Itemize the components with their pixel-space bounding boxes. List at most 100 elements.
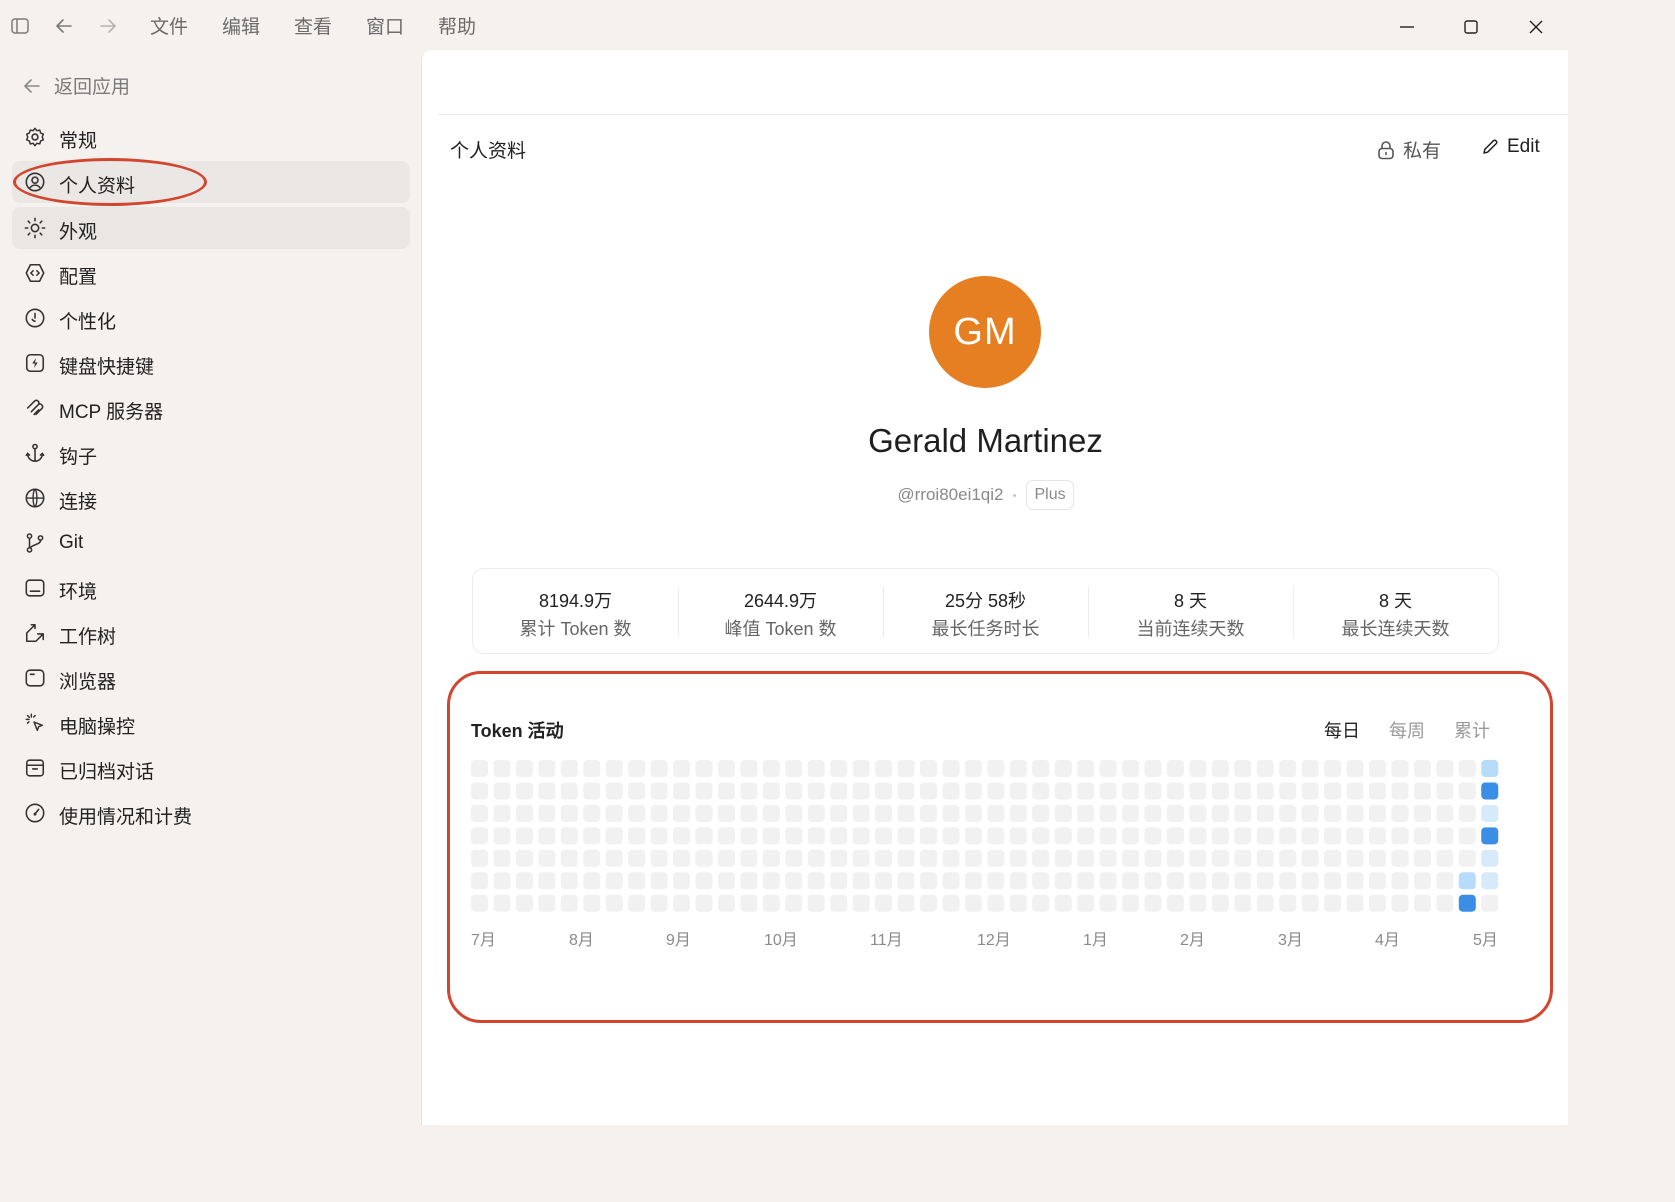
heatmap-cell[interactable] [920,872,937,890]
heatmap-cell[interactable] [1279,849,1297,867]
heatmap-cell[interactable] [1369,827,1386,845]
heatmap-cell[interactable] [830,782,848,800]
heatmap-cell[interactable] [1099,894,1117,912]
heatmap-cell[interactable] [942,872,960,890]
heatmap-cell[interactable] [471,782,488,800]
heatmap-cell[interactable] [964,872,982,890]
heatmap-cell[interactable] [740,804,758,822]
heatmap-cell[interactable] [583,804,601,822]
heatmap-cell[interactable] [762,827,780,845]
heatmap-cell[interactable] [1458,872,1476,890]
heatmap-cell[interactable] [1279,872,1297,890]
heatmap-cell[interactable] [1458,849,1476,867]
heatmap-cell[interactable] [1391,849,1409,867]
heatmap-cell[interactable] [807,804,825,822]
heatmap-cell[interactable] [471,804,488,822]
heatmap-cell[interactable] [830,804,848,822]
heatmap-cell[interactable] [1346,872,1364,890]
heatmap-cell[interactable] [1099,782,1117,800]
heatmap-cell[interactable] [650,894,668,912]
heatmap-cell[interactable] [785,827,803,845]
menu-window[interactable]: 窗口 [366,12,438,39]
heatmap-cell[interactable] [1032,827,1050,845]
heatmap-cell[interactable] [1391,782,1409,800]
heatmap-cell[interactable] [897,804,915,822]
heatmap-cell[interactable] [785,849,803,867]
heatmap-cell[interactable] [1211,872,1229,890]
heatmap-cell[interactable] [1436,827,1454,845]
heatmap-cell[interactable] [1166,804,1184,822]
heatmap-cell[interactable] [1458,827,1476,845]
edit-profile-button[interactable]: Edit [1481,136,1540,158]
heatmap-cell[interactable] [673,894,691,912]
heatmap-cell[interactable] [1122,872,1140,890]
heatmap-cell[interactable] [515,782,533,800]
heatmap-cell[interactable] [560,827,578,845]
heatmap-cell[interactable] [1099,849,1117,867]
heatmap-cell[interactable] [1481,782,1499,800]
heatmap-cell[interactable] [807,782,825,800]
heatmap-cell[interactable] [1166,827,1184,845]
heatmap-cell[interactable] [1009,827,1027,845]
heatmap-cell[interactable] [942,849,960,867]
heatmap-cell[interactable] [1054,849,1072,867]
heatmap-cell[interactable] [695,760,713,777]
heatmap-cell[interactable] [1324,849,1342,867]
heatmap-cell[interactable] [515,804,533,822]
heatmap-cell[interactable] [987,849,1005,867]
heatmap-cell[interactable] [762,782,780,800]
heatmap-cell[interactable] [1099,872,1117,890]
heatmap-cell[interactable] [897,849,915,867]
heatmap-cell[interactable] [1346,760,1364,777]
heatmap-cell[interactable] [471,894,488,912]
heatmap-cell[interactable] [875,849,893,867]
heatmap-cell[interactable] [807,849,825,867]
sidebar-item-browser[interactable]: 浏览器 [12,657,410,699]
heatmap-cell[interactable] [1144,872,1162,890]
heatmap-cell[interactable] [538,872,556,890]
heatmap-cell[interactable] [1436,894,1454,912]
heatmap-cell[interactable] [695,894,713,912]
heatmap-cell[interactable] [1413,894,1431,912]
heatmap-cell[interactable] [1346,782,1364,800]
heatmap-cell[interactable] [1369,804,1386,822]
heatmap-cell[interactable] [807,827,825,845]
heatmap-cell[interactable] [1346,849,1364,867]
heatmap-cell[interactable] [1077,827,1095,845]
heatmap-cell[interactable] [493,894,511,912]
heatmap-cell[interactable] [471,827,488,845]
heatmap-cell[interactable] [964,782,982,800]
heatmap-cell[interactable] [1369,849,1386,867]
heatmap-cell[interactable] [1032,760,1050,777]
heatmap-cell[interactable] [650,804,668,822]
heatmap-cell[interactable] [830,760,848,777]
heatmap-cell[interactable] [1122,849,1140,867]
heatmap-cell[interactable] [1166,849,1184,867]
heatmap-cell[interactable] [717,804,735,822]
heatmap-cell[interactable] [1009,872,1027,890]
heatmap-cell[interactable] [1413,760,1431,777]
heatmap-cell[interactable] [560,894,578,912]
heatmap-cell[interactable] [628,804,646,822]
heatmap-cell[interactable] [605,872,623,890]
heatmap-cell[interactable] [1301,760,1319,777]
heatmap-cell[interactable] [538,827,556,845]
heatmap-cell[interactable] [785,894,803,912]
heatmap-cell[interactable] [628,782,646,800]
menu-file[interactable]: 文件 [150,12,222,39]
heatmap-cell[interactable] [1413,804,1431,822]
heatmap-cell[interactable] [583,894,601,912]
heatmap-cell[interactable] [650,849,668,867]
sidebar-item-usage-billing[interactable]: 使用情况和计费 [12,792,410,834]
heatmap-cell[interactable] [538,782,556,800]
tab-weekly[interactable]: 每周 [1389,717,1454,743]
heatmap-cell[interactable] [1436,804,1454,822]
heatmap-cell[interactable] [1144,760,1162,777]
heatmap-cell[interactable] [1077,760,1095,777]
heatmap-cell[interactable] [1099,827,1117,845]
heatmap-cell[interactable] [471,849,488,867]
sidebar-item-general[interactable]: 常规 [12,116,410,158]
heatmap-cell[interactable] [628,849,646,867]
heatmap-cell[interactable] [1211,827,1229,845]
heatmap-cell[interactable] [1166,782,1184,800]
